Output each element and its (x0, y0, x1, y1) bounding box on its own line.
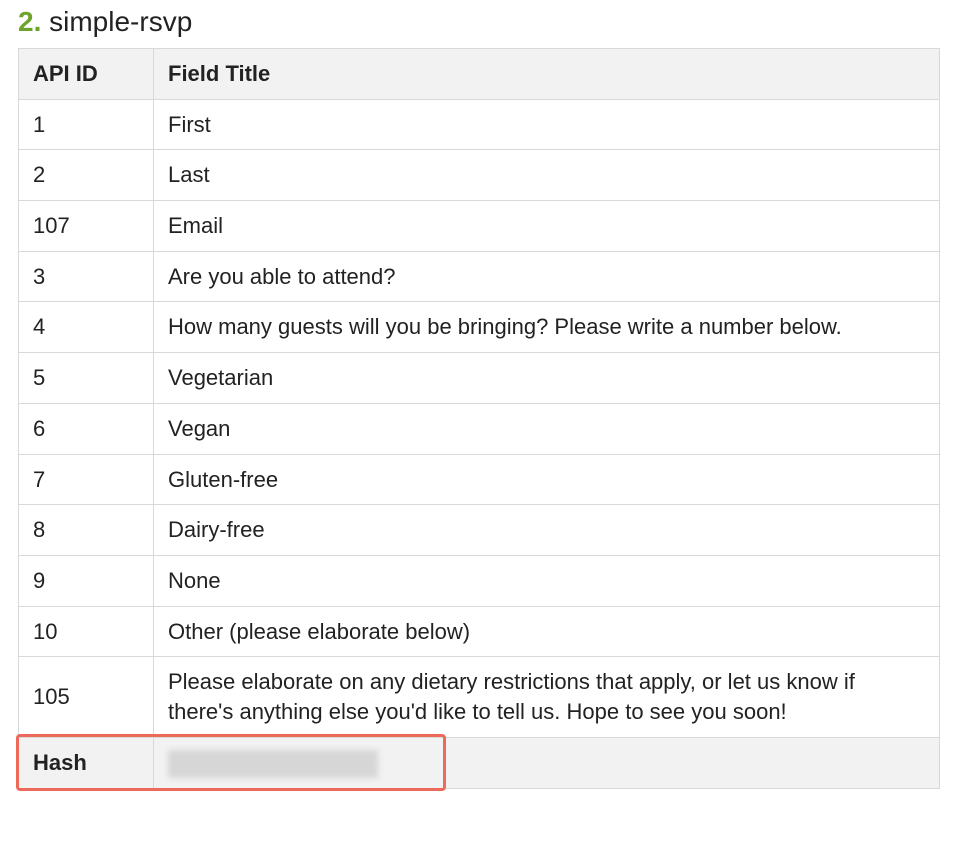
cell-field-title: Dairy-free (154, 505, 940, 556)
cell-api-id: 2 (19, 150, 154, 201)
cell-field-title: First (154, 99, 940, 150)
cell-field-title: Are you able to attend? (154, 251, 940, 302)
cell-api-id: 4 (19, 302, 154, 353)
section-heading: 2. simple-rsvp (18, 6, 940, 38)
hash-label: Hash (19, 737, 154, 788)
cell-api-id: 107 (19, 201, 154, 252)
table-row: 5 Vegetarian (19, 353, 940, 404)
cell-field-title: Vegetarian (154, 353, 940, 404)
cell-field-title: Vegan (154, 403, 940, 454)
cell-api-id: 8 (19, 505, 154, 556)
table-row: 8 Dairy-free (19, 505, 940, 556)
heading-name: simple-rsvp (49, 6, 192, 37)
cell-api-id: 7 (19, 454, 154, 505)
table-row: 10 Other (please elaborate below) (19, 606, 940, 657)
cell-field-title: How many guests will you be bringing? Pl… (154, 302, 940, 353)
cell-api-id: 1 (19, 99, 154, 150)
cell-api-id: 10 (19, 606, 154, 657)
table-row: 105 Please elaborate on any dietary rest… (19, 657, 940, 737)
table-row: 2 Last (19, 150, 940, 201)
table-row: 4 How many guests will you be bringing? … (19, 302, 940, 353)
table-row: 3 Are you able to attend? (19, 251, 940, 302)
cell-field-title: Please elaborate on any dietary restrict… (154, 657, 940, 737)
cell-field-title: Other (please elaborate below) (154, 606, 940, 657)
table-row: 7 Gluten-free (19, 454, 940, 505)
table-row: 107 Email (19, 201, 940, 252)
table-row: 9 None (19, 555, 940, 606)
cell-api-id: 3 (19, 251, 154, 302)
cell-field-title: Last (154, 150, 940, 201)
cell-field-title: Email (154, 201, 940, 252)
hash-row: Hash (19, 737, 940, 788)
hash-value-redacted (168, 750, 378, 778)
cell-api-id: 9 (19, 555, 154, 606)
table-row: 1 First (19, 99, 940, 150)
cell-field-title: None (154, 555, 940, 606)
table-header-row: API ID Field Title (19, 49, 940, 100)
fields-table: API ID Field Title 1 First 2 Last 107 Em… (18, 48, 940, 789)
cell-api-id: 5 (19, 353, 154, 404)
cell-api-id: 6 (19, 403, 154, 454)
header-api-id: API ID (19, 49, 154, 100)
table-wrapper: API ID Field Title 1 First 2 Last 107 Em… (18, 48, 940, 789)
hash-value-cell (154, 737, 940, 788)
header-field-title: Field Title (154, 49, 940, 100)
heading-number: 2. (18, 6, 41, 37)
table-row: 6 Vegan (19, 403, 940, 454)
cell-field-title: Gluten-free (154, 454, 940, 505)
cell-api-id: 105 (19, 657, 154, 737)
